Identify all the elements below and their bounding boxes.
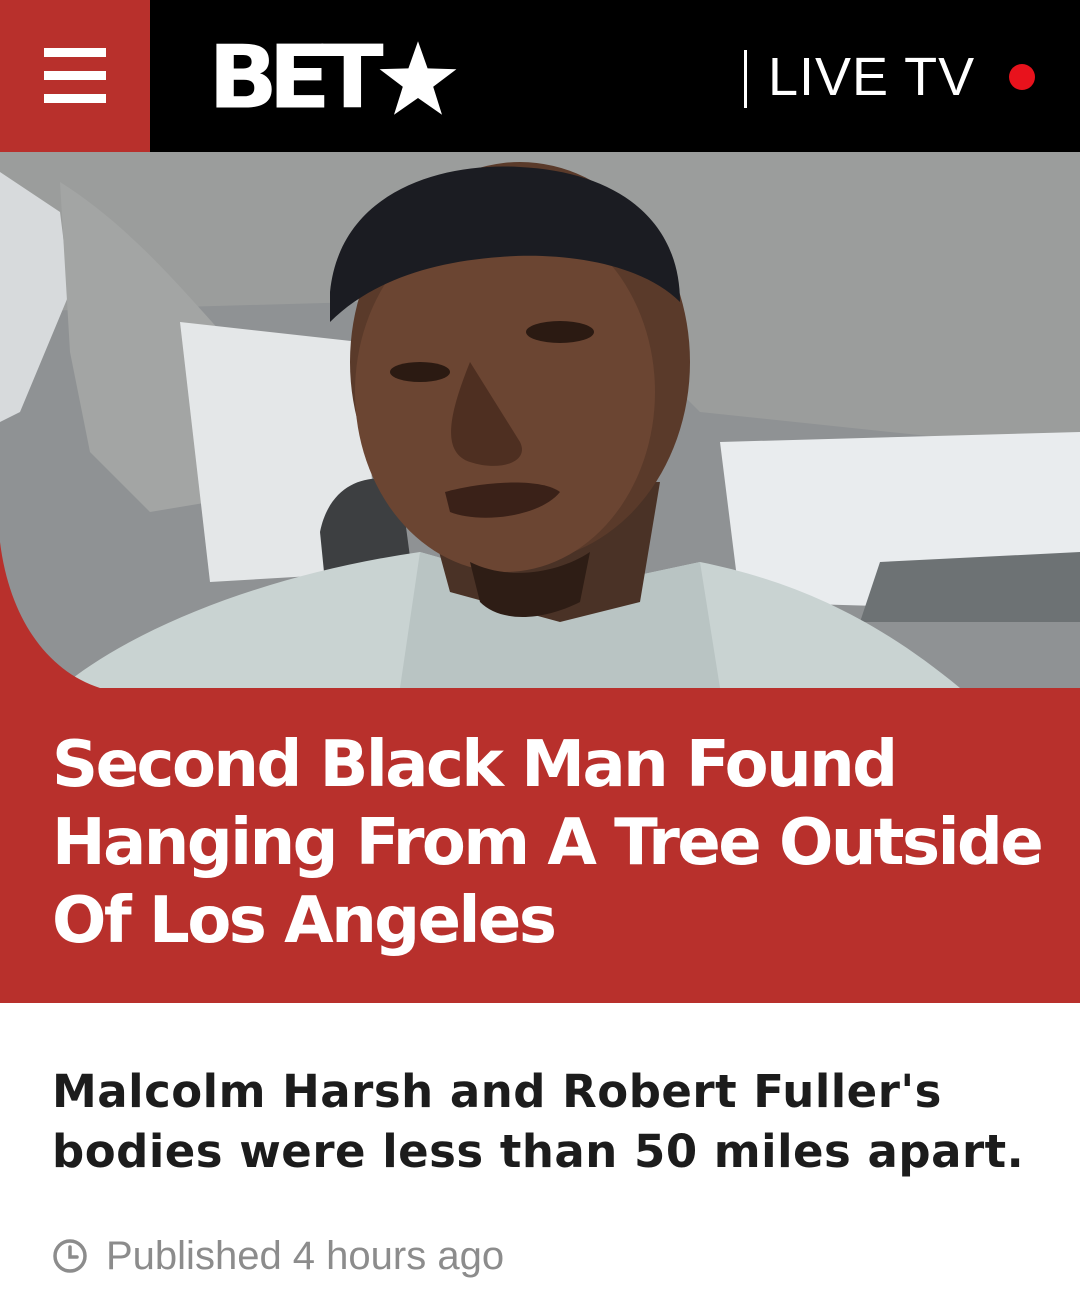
live-tv-label: LIVE TV bbox=[768, 47, 976, 107]
red-dot-icon bbox=[1009, 64, 1036, 90]
menu-button[interactable] bbox=[0, 0, 150, 152]
bet-logo[interactable]: BET bbox=[208, 26, 458, 129]
hamburger-menu-icon bbox=[44, 48, 106, 103]
header-divider bbox=[744, 50, 747, 108]
clock-icon bbox=[53, 1239, 87, 1273]
published-time: Published 4 hours ago bbox=[106, 1234, 505, 1278]
headline-banner: Second Black Man Found Hanging From A Tr… bbox=[0, 688, 1080, 1003]
site-header: BET LIVE TV bbox=[0, 0, 1080, 152]
article-headline[interactable]: Second Black Man Found Hanging From A Tr… bbox=[52, 726, 1052, 960]
published-info: Published 4 hours ago bbox=[52, 1232, 504, 1280]
live-tv-link[interactable]: LIVE TV bbox=[768, 46, 1036, 108]
star-icon bbox=[379, 41, 457, 115]
logo-text: BET bbox=[208, 26, 384, 129]
article-subhead: Malcolm Harsh and Robert Fuller's bodies… bbox=[52, 1065, 1025, 1178]
hero-image[interactable] bbox=[0, 152, 1080, 688]
